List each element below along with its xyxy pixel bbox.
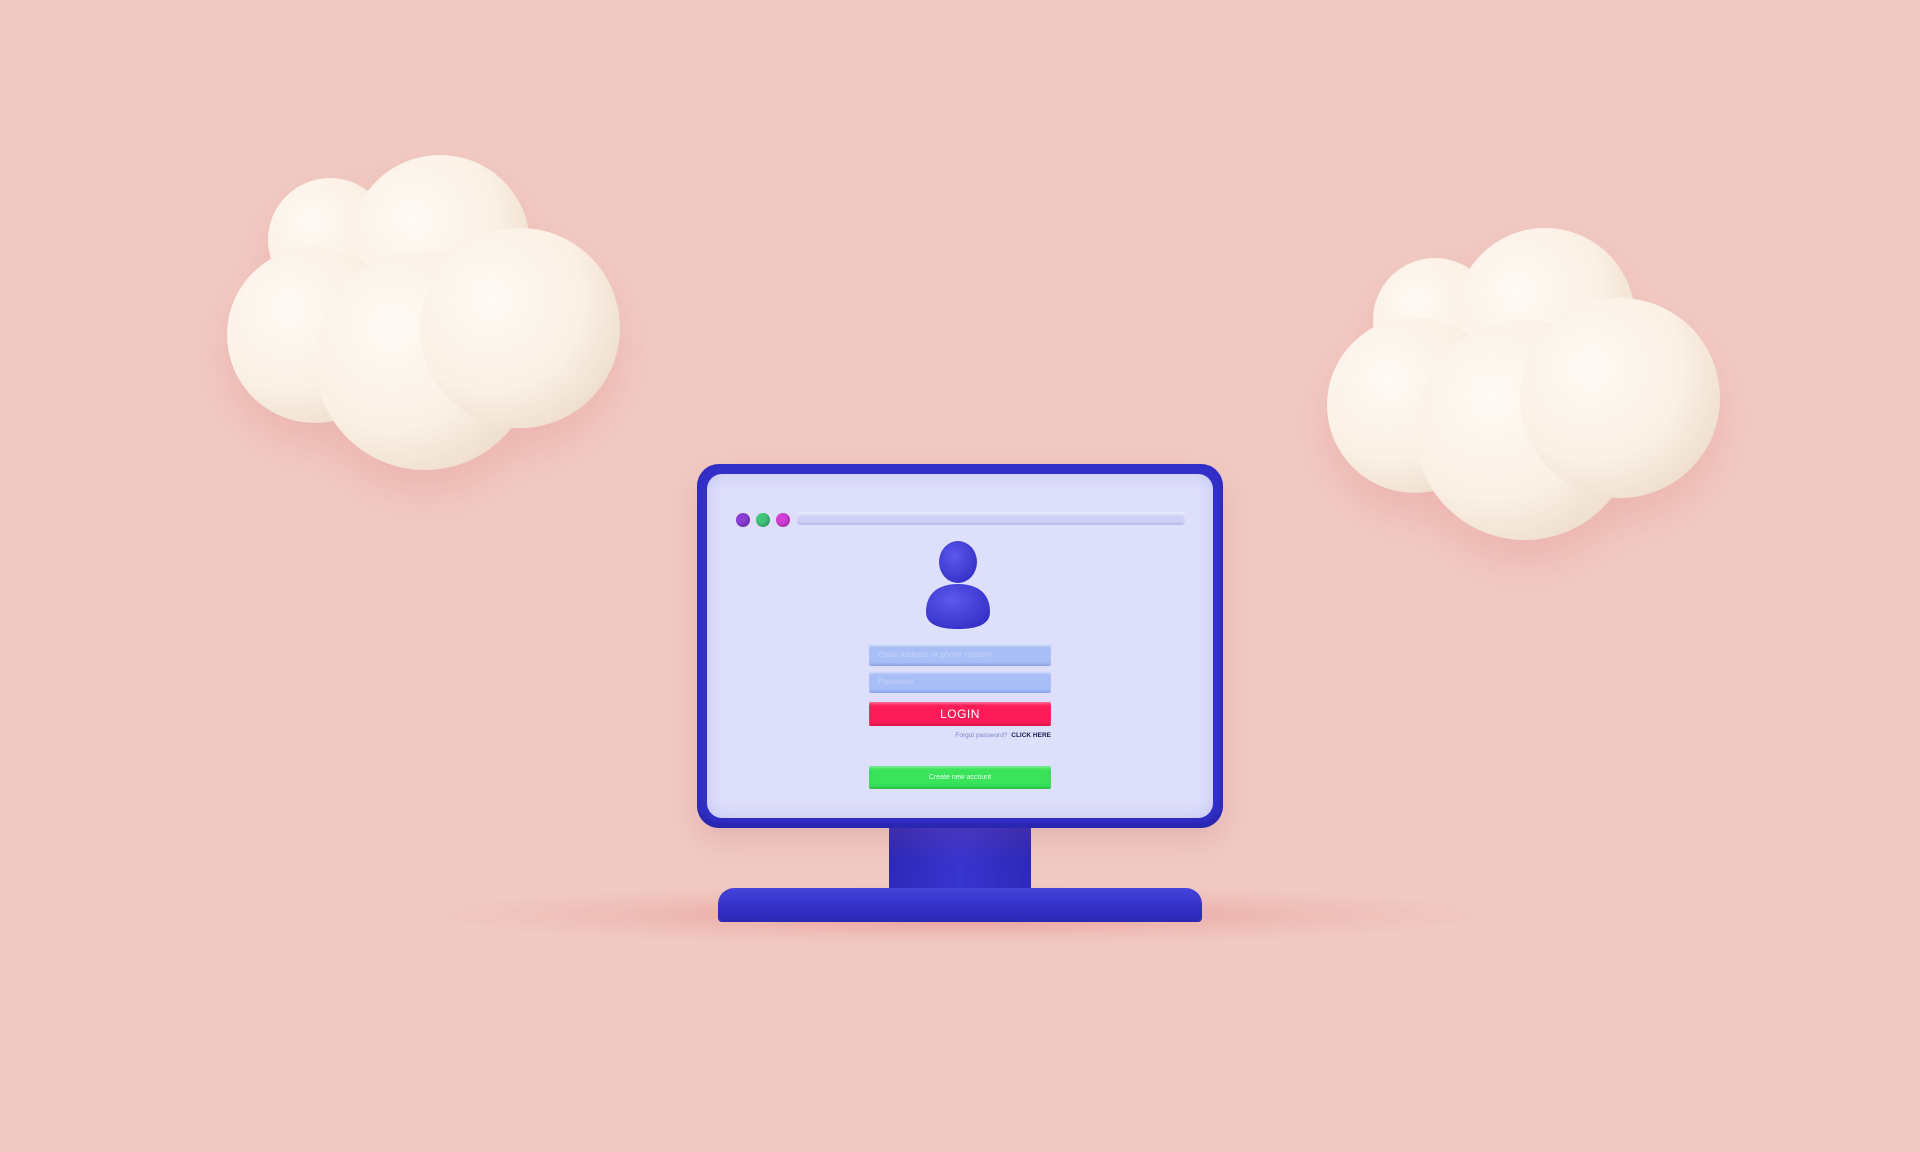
login-button[interactable]: LOGIN	[869, 702, 1051, 726]
forgot-password-text: Forgot password?	[955, 732, 1008, 739]
cloud-left-icon	[220, 150, 620, 480]
click-here-link[interactable]: CLICK HERE	[1011, 732, 1051, 739]
forgot-password-row: Forgot password? CLICK HERE	[869, 730, 1051, 742]
address-bar[interactable]	[797, 512, 1185, 525]
scene: Email address or phone number Password L…	[0, 0, 1920, 1152]
monitor-stand-neck	[889, 826, 1031, 892]
password-field[interactable]: Password	[869, 671, 1051, 693]
window-dot-purple[interactable]	[736, 513, 750, 527]
cloud-right-graphic	[1327, 228, 1720, 540]
cloud-left-graphic	[227, 155, 620, 470]
monitor-stand-base	[718, 888, 1202, 922]
email-field[interactable]: Email address or phone number	[869, 644, 1051, 666]
cloud-right-icon	[1320, 220, 1720, 550]
window-dot-green[interactable]	[756, 513, 770, 527]
monitor-screen: Email address or phone number Password L…	[707, 474, 1213, 818]
window-dot-pink[interactable]	[776, 513, 790, 527]
monitor: Email address or phone number Password L…	[697, 464, 1223, 828]
create-account-button[interactable]: Create new account	[869, 766, 1051, 789]
user-icon	[922, 538, 994, 630]
